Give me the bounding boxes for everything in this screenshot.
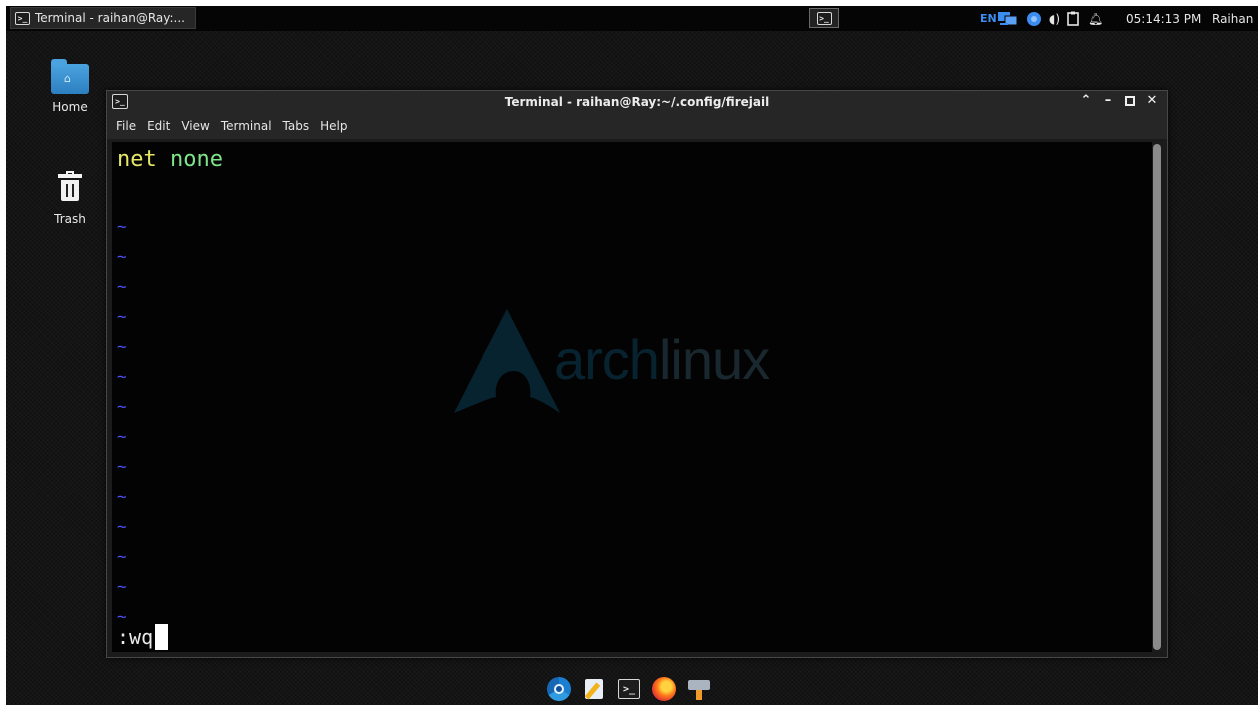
desktop-icon-label: Trash xyxy=(54,212,86,226)
desktop-icon-home[interactable]: ⌂ Home xyxy=(40,59,100,114)
dock-disk-mount[interactable] xyxy=(686,676,712,702)
empty-line-tilde: ~ xyxy=(117,337,127,356)
maximize-window-button[interactable] xyxy=(1123,93,1137,109)
menu-terminal[interactable]: Terminal xyxy=(221,119,272,133)
clipboard-icon[interactable] xyxy=(1067,6,1079,31)
vim-command-line[interactable]: :wq xyxy=(117,622,169,652)
window-titlebar[interactable]: >_ Terminal - raihan@Ray:~/.config/firej… xyxy=(107,91,1167,113)
terminal-scrollbar[interactable] xyxy=(1152,142,1162,652)
menu-file[interactable]: File xyxy=(116,119,136,133)
notification-bell-icon[interactable]: 🔔︎ xyxy=(1088,6,1103,31)
watermark-text: archlinux xyxy=(554,328,770,391)
empty-line-tilde: ~ xyxy=(117,457,127,476)
clock[interactable]: 05:14:13 PM xyxy=(1126,6,1201,31)
scrollbar-thumb[interactable] xyxy=(1153,144,1161,650)
trash-icon xyxy=(58,171,82,202)
network-icon[interactable] xyxy=(997,6,1019,31)
empty-line-tilde: ~ xyxy=(117,547,127,566)
close-window-button[interactable]: ✕ xyxy=(1145,93,1159,109)
user-menu[interactable]: Raihan xyxy=(1212,6,1253,31)
text-editor-icon xyxy=(585,679,603,699)
editor-line-1: net none xyxy=(117,147,223,172)
config-value: none xyxy=(170,147,223,172)
desktop-icon-label: Home xyxy=(52,100,88,114)
text-cursor xyxy=(155,624,169,650)
taskbar-terminal-button[interactable]: >_ Terminal - raihan@Ray:... xyxy=(10,7,196,29)
firefox-icon xyxy=(652,677,676,701)
terminal-icon: >_ xyxy=(816,11,832,25)
terminal-icon: >_ xyxy=(618,679,640,699)
taskbar-terminal-label: Terminal - raihan@Ray:... xyxy=(35,11,185,25)
desktop: >_ Terminal - raihan@Ray:... >_ EN ◖) 🔔︎… xyxy=(6,6,1258,705)
dock-firefox[interactable] xyxy=(651,676,677,702)
empty-line-tilde: ~ xyxy=(117,247,127,266)
keyboard-layout-indicator[interactable]: EN xyxy=(980,6,997,31)
archlinux-watermark: archlinux xyxy=(452,305,812,425)
top-panel: >_ Terminal - raihan@Ray:... >_ EN ◖) 🔔︎… xyxy=(6,6,1258,31)
empty-line-tilde: ~ xyxy=(117,577,127,596)
menu-bar: File Edit View Terminal Tabs Help xyxy=(107,113,1167,139)
empty-line-tilde: ~ xyxy=(117,307,127,326)
shade-window-button[interactable]: ⌃ xyxy=(1079,93,1093,109)
dock-browser[interactable] xyxy=(546,676,572,702)
dock: >_ xyxy=(546,674,712,704)
terminal-window[interactable]: >_ Terminal - raihan@Ray:~/.config/firej… xyxy=(106,90,1168,658)
empty-line-tilde: ~ xyxy=(117,517,127,536)
minimize-window-button[interactable]: – xyxy=(1101,93,1115,109)
empty-line-tilde: ~ xyxy=(117,217,127,236)
home-folder-icon: ⌂ xyxy=(51,59,89,94)
arch-logo-icon xyxy=(454,305,560,413)
volume-icon[interactable]: ◖) xyxy=(1049,6,1060,31)
empty-line-tilde: ~ xyxy=(117,397,127,416)
menu-edit[interactable]: Edit xyxy=(147,119,170,133)
config-keyword: net xyxy=(117,147,157,172)
desktop-icon-trash[interactable]: Trash xyxy=(40,171,100,226)
window-title: Terminal - raihan@Ray:~/.config/firejail xyxy=(504,95,770,109)
terminal-icon: >_ xyxy=(15,11,30,25)
menu-view[interactable]: View xyxy=(181,119,209,133)
terminal-launcher-button[interactable]: >_ xyxy=(809,8,839,28)
menu-help[interactable]: Help xyxy=(320,119,347,133)
menu-tabs[interactable]: Tabs xyxy=(283,119,310,133)
terminal-content[interactable]: archlinux net none ~ ~ ~ ~ ~ ~ ~ ~ ~ ~ ~… xyxy=(112,142,1153,652)
empty-line-tilde: ~ xyxy=(117,427,127,446)
vim-command: :wq xyxy=(117,625,154,649)
dock-terminal[interactable]: >_ xyxy=(616,676,642,702)
vpn-icon[interactable] xyxy=(1026,6,1042,31)
empty-line-tilde: ~ xyxy=(117,367,127,386)
browser-icon xyxy=(547,677,571,701)
dock-text-editor[interactable] xyxy=(581,676,607,702)
empty-line-tilde: ~ xyxy=(117,487,127,506)
disk-mount-icon xyxy=(688,678,710,700)
empty-line-markers: ~ ~ ~ ~ ~ ~ ~ ~ ~ ~ ~ ~ ~ ~ xyxy=(117,212,127,632)
empty-line-tilde: ~ xyxy=(117,277,127,296)
